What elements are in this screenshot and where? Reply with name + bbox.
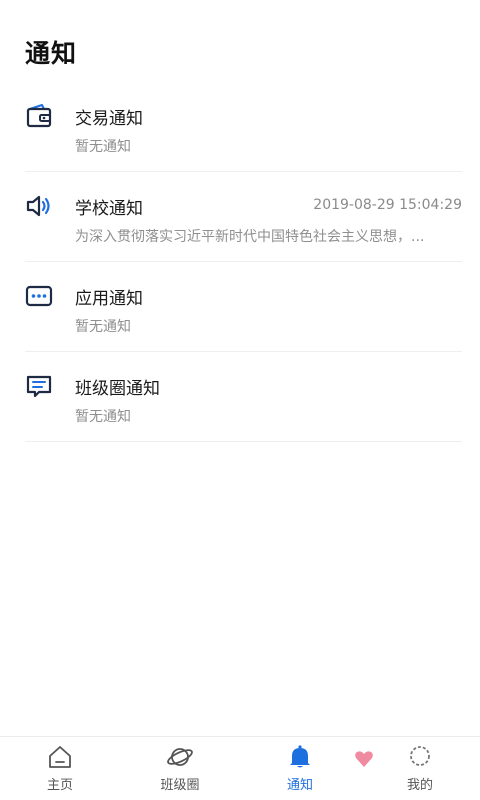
notification-subtitle: 暂无通知	[75, 409, 131, 425]
notification-title: 学校通知	[75, 199, 143, 219]
notification-item-trade[interactable]: 交易通知 暂无通知	[25, 82, 462, 172]
heart-icon	[354, 750, 374, 768]
notification-title: 应用通知	[75, 289, 143, 309]
notification-item-class-circle[interactable]: 班级圈通知 暂无通知	[25, 352, 462, 442]
notifications-page: 通知 交易通知 暂无通知 学校通知 2019-08-29 15:04:29 为深…	[0, 0, 480, 800]
tab-label: 主页	[46, 778, 73, 793]
tab-label: 我的	[406, 778, 433, 793]
wallet-icon	[25, 102, 53, 130]
bottom-tab-bar: 主页 班级圈 通知 我的	[0, 736, 480, 800]
profile-icon	[406, 743, 434, 771]
notification-time: 2019-08-29 15:04:29	[313, 197, 462, 213]
message-icon	[25, 372, 53, 400]
notification-item-app[interactable]: 应用通知 暂无通知	[25, 262, 462, 352]
tab-label: 班级圈	[160, 778, 200, 793]
tab-profile[interactable]: 我的	[380, 743, 460, 799]
notification-list: 交易通知 暂无通知 学校通知 2019-08-29 15:04:29 为深入贯彻…	[0, 82, 480, 442]
tab-home[interactable]: 主页	[20, 743, 100, 799]
notification-item-school[interactable]: 学校通知 2019-08-29 15:04:29 为深入贯彻落实习近平新时代中国…	[25, 172, 462, 262]
tab-class-circle[interactable]: 班级圈	[140, 743, 220, 799]
app-dots-icon	[25, 282, 53, 310]
notification-title: 班级圈通知	[75, 379, 160, 399]
tab-label: 通知	[286, 778, 313, 793]
bell-icon	[286, 743, 314, 771]
tab-notifications[interactable]: 通知	[260, 743, 340, 799]
notification-title: 交易通知	[75, 109, 143, 129]
notification-subtitle: 暂无通知	[75, 319, 131, 335]
home-icon	[46, 743, 74, 771]
notification-subtitle: 为深入贯彻落实习近平新时代中国特色社会主义思想，...	[75, 229, 425, 245]
page-title: 通知	[25, 39, 78, 68]
planet-icon	[166, 743, 194, 771]
notification-subtitle: 暂无通知	[75, 139, 131, 155]
speaker-icon	[25, 192, 53, 220]
